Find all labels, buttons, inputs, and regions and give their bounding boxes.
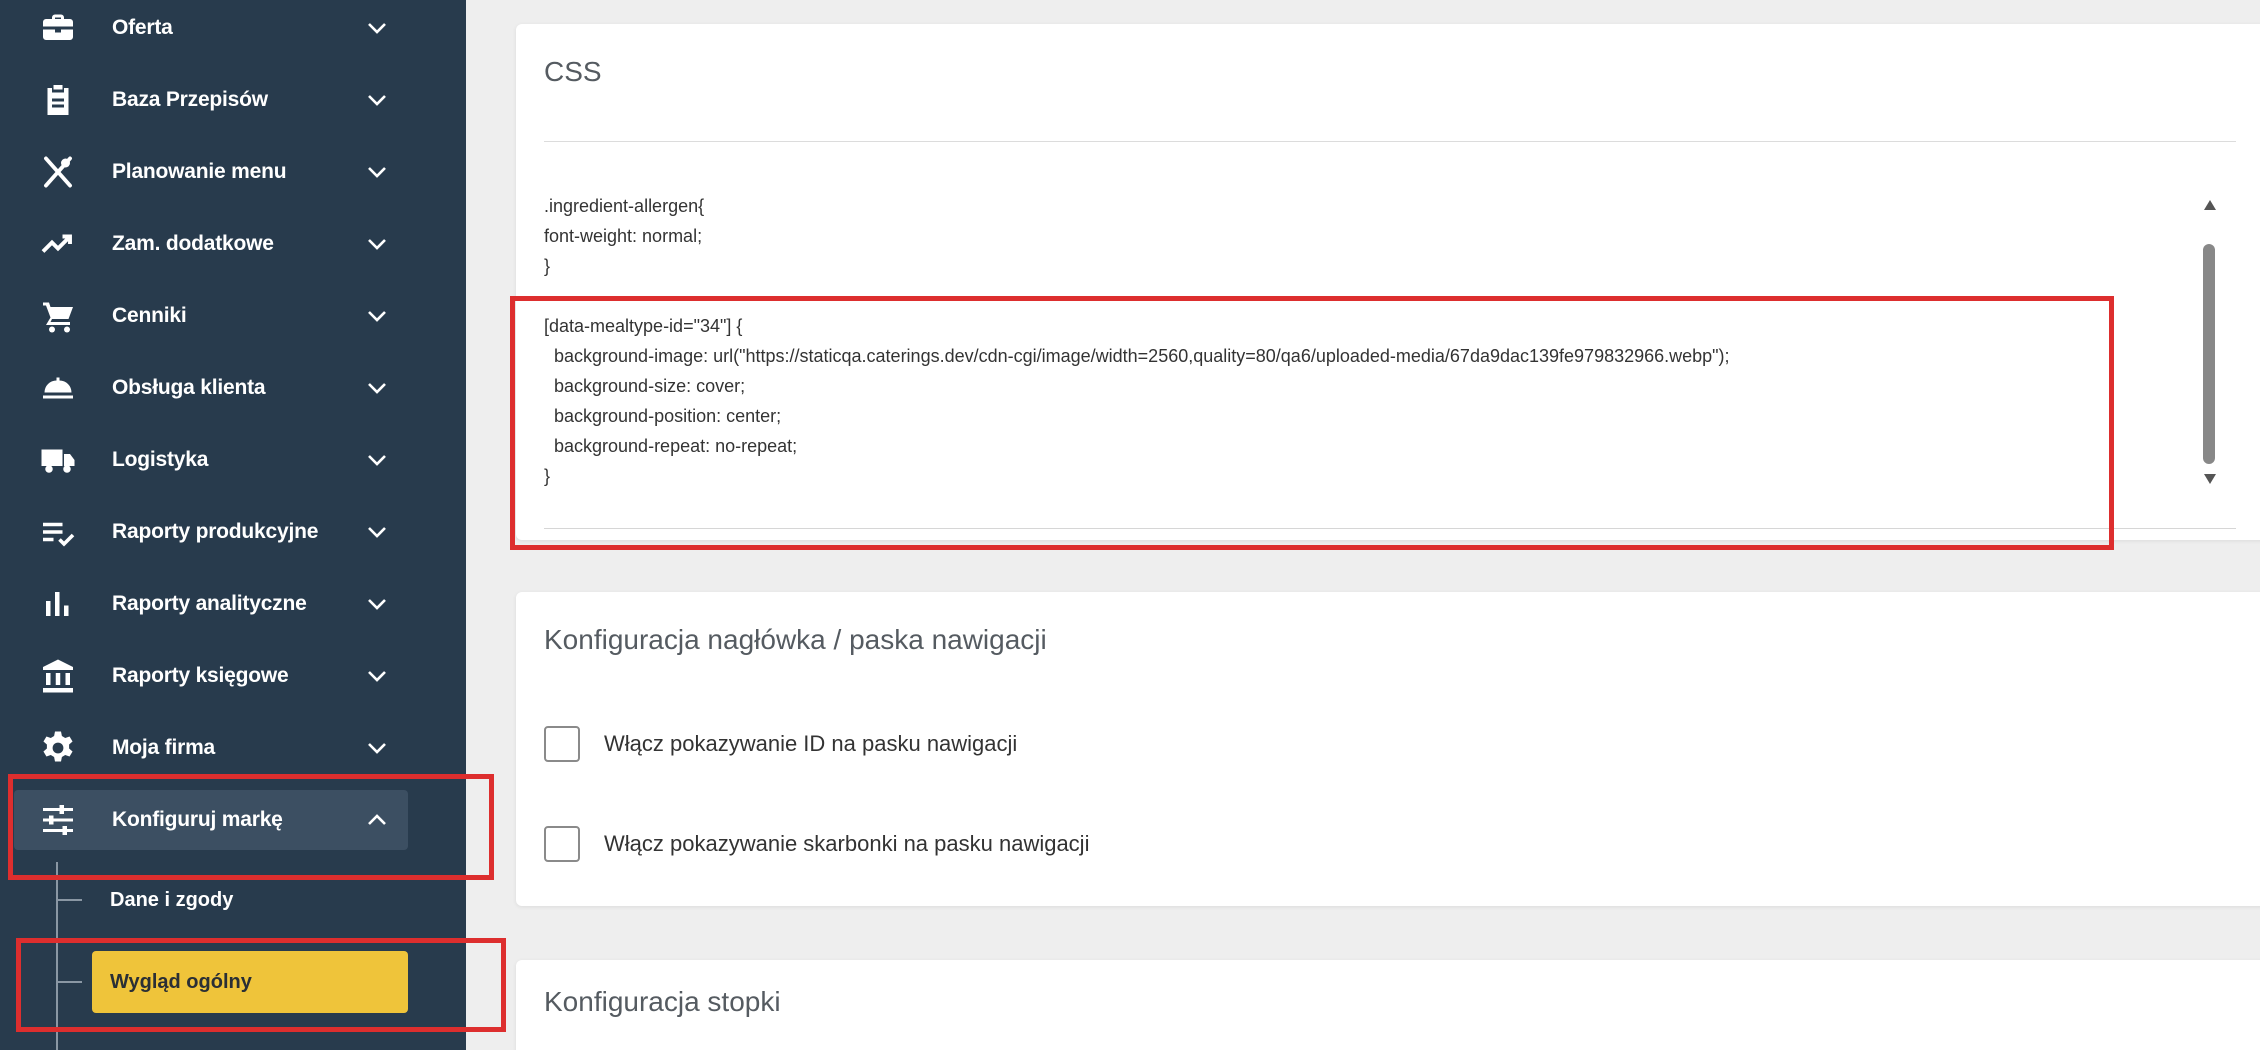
code-line: background-position: center; [544,406,782,426]
sidebar-item-konfiguruj-marke[interactable]: Konfiguruj markę [14,790,408,850]
submenu-item-label: Wygląd ogólny [110,971,252,993]
sidebar-item-moja-firma[interactable]: Moja firma [14,718,408,778]
submenu-tree-line [56,862,58,1050]
sidebar-item-label: Raporty produkcyjne [112,520,319,543]
utensils-icon [40,154,76,190]
sidebar-item-oferta[interactable]: Oferta [14,0,408,58]
css-card: CSS .ingredient-allergen{ font-weight: n… [516,24,2260,540]
sidebar-item-cenniki[interactable]: Cenniki [14,286,408,346]
code-line: background-size: cover; [544,376,746,396]
submenu-item-label: Dane i zgody [110,889,234,911]
code-line: .ingredient-allergen{ [544,196,705,216]
cart-icon [40,298,76,334]
submenu-tree-branch [58,981,82,983]
submenu-tree-branch [58,899,82,901]
sidebar-item-label: Moja firma [112,736,216,759]
code-line: font-weight: normal; [544,226,703,246]
show-piggybank-checkbox[interactable] [544,826,580,862]
show-id-checkbox[interactable] [544,726,580,762]
chevron-down-icon[interactable] [366,90,388,110]
sidebar-item-label: Raporty analityczne [112,592,307,615]
chevron-down-icon[interactable] [366,234,388,254]
sidebar-item-label: Konfiguruj markę [112,808,283,831]
sliders-icon [40,802,76,838]
nav-config-card: Konfiguracja nagłówka / paska nawigacji … [516,592,2260,906]
sidebar-item-label: Zam. dodatkowe [112,232,274,255]
footer-config-card: Konfiguracja stopki [516,960,2260,1050]
scroll-up-arrow[interactable] [2202,198,2218,212]
clipboard-icon [40,82,76,118]
show-piggybank-checkbox-row[interactable]: Włącz pokazywanie skarbonki na pasku naw… [544,824,1444,864]
chevron-down-icon[interactable] [366,594,388,614]
sidebar-item-obsluga-klienta[interactable]: Obsługa klienta [14,358,408,418]
css-card-title: CSS [544,56,602,87]
code-line: background-repeat: no-repeat; [544,436,798,456]
code-line: [data-mealtype-id="34"] { [544,316,743,336]
code-line: background-image: url("https://staticqa.… [544,346,1730,366]
bank-icon [40,658,76,694]
sidebar-item-label: Logistyka [112,448,209,471]
code-line: } [544,466,551,486]
sidebar-item-label: Cenniki [112,304,187,327]
nav-config-card-title: Konfiguracja nagłówka / paska nawigacji [544,624,1047,655]
show-id-checkbox-row[interactable]: Włącz pokazywanie ID na pasku nawigacji [544,724,1444,764]
css-code-editor[interactable]: .ingredient-allergen{ font-weight: norma… [544,194,2224,524]
chevron-down-icon[interactable] [366,18,388,38]
sidebar-item-label: Planowanie menu [112,160,287,183]
chevron-down-icon[interactable] [366,738,388,758]
list-check-icon [40,514,76,550]
truck-icon [40,442,76,478]
gear-icon [40,730,76,766]
service-bell-icon [40,370,76,406]
chevron-down-icon[interactable] [366,666,388,686]
show-piggybank-checkbox-label: Włącz pokazywanie skarbonki na pasku naw… [604,831,1090,856]
scroll-down-arrow[interactable] [2202,472,2218,486]
sidebar-item-label: Baza Przepisów [112,88,268,111]
submenu-item-dane-i-zgody[interactable]: Dane i zgody [96,882,406,918]
sidebar: Oferta Baza Przepisów Planowanie menu Za… [0,0,466,1050]
editor-bottom-border [544,528,2236,529]
sidebar-item-zam-dodatkowe[interactable]: Zam. dodatkowe [14,214,408,274]
chevron-down-icon[interactable] [366,522,388,542]
sidebar-item-logistyka[interactable]: Logistyka [14,430,408,490]
chevron-down-icon[interactable] [366,306,388,326]
footer-config-card-title: Konfiguracja stopki [544,986,781,1017]
bar-chart-icon [40,586,76,622]
trending-up-icon [40,226,76,262]
sidebar-item-label: Raporty księgowe [112,664,289,687]
show-id-checkbox-label: Włącz pokazywanie ID na pasku nawigacji [604,731,1018,756]
card-divider [544,141,2236,142]
sidebar-item-raporty-produkcyjne[interactable]: Raporty produkcyjne [14,502,408,562]
sidebar-item-baza-przepisow[interactable]: Baza Przepisów [14,70,408,130]
chevron-down-icon[interactable] [366,378,388,398]
sidebar-item-label: Obsługa klienta [112,376,266,399]
chevron-down-icon[interactable] [366,450,388,470]
chevron-down-icon[interactable] [366,162,388,182]
scrollbar-thumb[interactable] [2203,244,2215,464]
code-line: } [544,256,551,276]
briefcase-icon [40,10,76,46]
sidebar-item-raporty-analityczne[interactable]: Raporty analityczne [14,574,408,634]
sidebar-item-label: Oferta [112,16,173,39]
sidebar-item-raporty-ksiegowe[interactable]: Raporty księgowe [14,646,408,706]
chevron-up-icon[interactable] [366,810,388,830]
submenu-item-wyglad-ogolny[interactable]: Wygląd ogólny [92,951,408,1013]
sidebar-item-planowanie-menu[interactable]: Planowanie menu [14,142,408,202]
